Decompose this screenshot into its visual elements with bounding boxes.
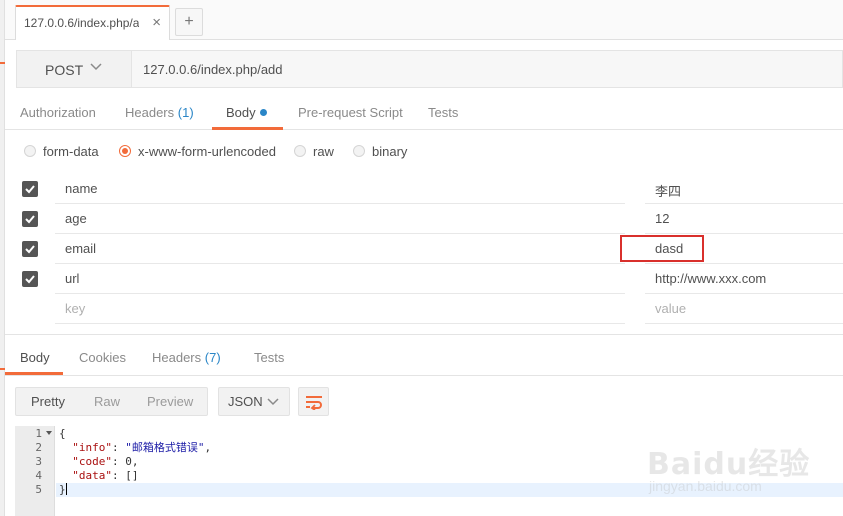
table-row: url http://www.xxx.com — [15, 264, 843, 294]
param-value-input[interactable]: 李四 — [645, 174, 843, 204]
pretty-button[interactable]: Pretty — [31, 394, 65, 409]
table-row: email dasd — [15, 234, 843, 264]
param-value-input[interactable]: http://www.xxx.com — [645, 264, 843, 294]
url-value: 127.0.0.6/index.php/add — [143, 62, 283, 77]
radio-label: raw — [313, 143, 334, 159]
left-panel-edge — [0, 0, 5, 516]
param-key-input[interactable]: name — [55, 174, 625, 204]
radio-label: binary — [372, 143, 408, 159]
tab-authorization[interactable]: Authorization — [20, 105, 96, 120]
radio-raw[interactable]: raw — [294, 141, 334, 161]
fold-arrow-icon[interactable] — [46, 431, 52, 435]
wrap-lines-button[interactable] — [298, 387, 329, 416]
checkbox-checked-icon[interactable] — [22, 241, 38, 257]
code-token: "info" — [72, 441, 112, 454]
code-token: } — [59, 483, 66, 496]
request-tab-title: 127.0.0.6/index.php/a — [24, 16, 139, 30]
tab-response-headers[interactable]: Headers (7) — [152, 350, 221, 365]
checkbox-checked-icon[interactable] — [22, 271, 38, 287]
line-number: 2 — [35, 441, 42, 454]
tab-label: Tests — [428, 105, 459, 120]
tab-label: Headers — [125, 105, 175, 120]
tab-body[interactable]: Body — [226, 105, 267, 120]
method-select[interactable]: POST — [16, 50, 131, 88]
request-tabs: Authorization Headers (1) Body Pre-reque… — [5, 96, 843, 130]
watermark: Baidu经验 jingyan.baidu.com — [647, 425, 817, 500]
tab-headers[interactable]: Headers (1) — [125, 105, 194, 120]
table-row: key value — [15, 294, 843, 324]
line-number: 1 — [35, 427, 42, 440]
tab-label: Tests — [254, 350, 285, 365]
param-value-input[interactable]: 12 — [645, 204, 843, 234]
radio-label: form-data — [43, 143, 99, 159]
checkbox-checked-icon[interactable] — [22, 181, 38, 197]
divider — [5, 334, 843, 335]
text-caret — [65, 483, 67, 495]
tab-label: Cookies — [79, 350, 126, 365]
watermark-brand: Baidu经验 — [647, 447, 811, 482]
language-label: JSON — [228, 394, 263, 409]
plus-icon[interactable]: + — [175, 8, 203, 36]
url-input[interactable]: 127.0.0.6/index.php/add — [131, 50, 843, 88]
modified-dot-icon — [259, 109, 267, 116]
param-key-input[interactable]: url — [55, 264, 625, 294]
active-tab-indicator — [212, 127, 283, 130]
line-number: 5 — [35, 483, 42, 496]
new-key-input[interactable]: key — [55, 294, 625, 324]
request-tab[interactable]: 127.0.0.6/index.php/a × — [15, 5, 170, 40]
headers-count: (1) — [177, 105, 194, 120]
checkbox-checked-icon[interactable] — [22, 211, 38, 227]
radio-icon — [294, 145, 306, 157]
tab-label: Body — [226, 105, 256, 120]
code-token: "code" — [72, 455, 112, 468]
body-mode-radios: form-data x-www-form-urlencoded raw bina… — [24, 141, 843, 161]
radio-form-data[interactable]: form-data — [24, 141, 99, 161]
radio-icon — [353, 145, 365, 157]
tab-tests[interactable]: Tests — [428, 105, 458, 120]
radio-binary[interactable]: binary — [353, 141, 407, 161]
tab-label: Headers — [152, 350, 202, 365]
param-key-input[interactable]: email — [55, 234, 625, 264]
radio-selected-icon — [119, 145, 131, 157]
tab-label: Pre-request Script — [298, 105, 403, 120]
request-tab-bar: 127.0.0.6/index.php/a × + — [5, 0, 843, 40]
code-token: "data" — [72, 469, 112, 482]
wrap-lines-icon — [306, 396, 322, 410]
line-number: 4 — [35, 469, 42, 482]
close-icon[interactable]: × — [152, 14, 161, 31]
watermark-site: jingyan.baidu.com — [649, 478, 762, 494]
tab-cookies[interactable]: Cookies — [79, 350, 126, 365]
line-number-gutter: 1 2 3 4 5 — [15, 426, 55, 516]
tab-pre-request-script[interactable]: Pre-request Script — [298, 105, 403, 120]
left-accent-mark — [0, 62, 5, 64]
new-value-input[interactable]: value — [645, 294, 843, 324]
url-bar: POST 127.0.0.6/index.php/add — [16, 50, 843, 88]
chevron-down-icon — [267, 398, 279, 406]
radio-icon — [24, 145, 36, 157]
highlight-box — [620, 235, 704, 262]
language-select[interactable]: JSON — [218, 387, 290, 416]
table-row: age 12 — [15, 204, 843, 234]
radio-label: x-www-form-urlencoded — [138, 143, 276, 159]
code-token: [] — [125, 469, 139, 482]
code-token: "邮箱格式错误" — [125, 441, 205, 454]
format-button-group: Pretty Raw Preview — [15, 387, 208, 416]
chevron-down-icon — [90, 63, 102, 71]
line-number: 3 — [35, 455, 42, 468]
param-key-input[interactable]: age — [55, 204, 625, 234]
headers-count: (7) — [204, 350, 221, 365]
code-token: 0 — [125, 455, 132, 468]
left-accent-mark — [0, 368, 5, 370]
tab-response-body[interactable]: Body — [20, 350, 50, 365]
radio-x-www-form-urlencoded[interactable]: x-www-form-urlencoded — [119, 141, 276, 161]
tab-label: Authorization — [20, 105, 96, 120]
raw-button[interactable]: Raw — [94, 394, 120, 409]
tab-label: Body — [20, 350, 50, 365]
tab-response-tests[interactable]: Tests — [254, 350, 284, 365]
code-token: { — [59, 427, 66, 440]
divider — [5, 375, 843, 376]
method-label: POST — [45, 62, 84, 78]
table-row: name 李四 — [15, 174, 843, 204]
preview-button[interactable]: Preview — [147, 394, 193, 409]
